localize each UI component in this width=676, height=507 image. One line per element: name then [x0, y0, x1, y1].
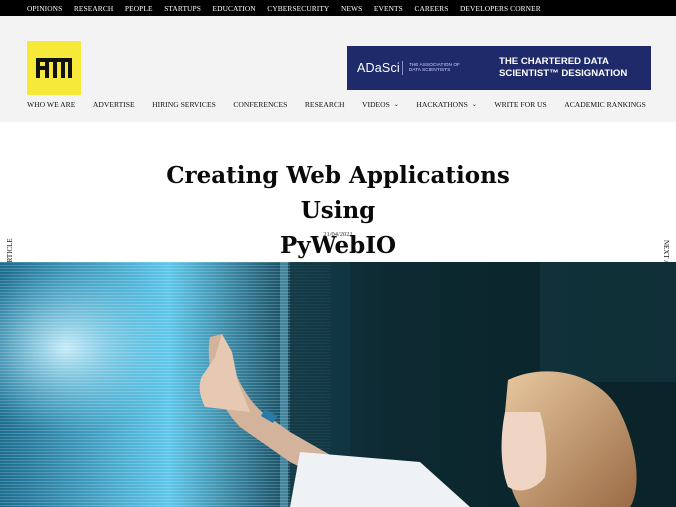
banner-title: THE CHARTERED DATA SCIENTIST™ DESIGNATIO…: [499, 56, 641, 80]
woman-touching-data-screen-image: [0, 262, 676, 507]
topnav-link-education[interactable]: EDUCATION: [213, 4, 256, 13]
nav-hiring-services[interactable]: HIRING SERVICES: [152, 100, 216, 109]
article-title-line-1: Creating Web Applications Using: [166, 162, 510, 224]
nav-hackathons[interactable]: HACKATHONS ⌄: [416, 100, 477, 109]
banner-divider: [401, 61, 403, 75]
nav-label: HACKATHONS: [416, 99, 468, 109]
nav-label: WRITE FOR US: [494, 99, 547, 109]
nav-conferences[interactable]: CONFERENCES: [233, 100, 287, 109]
chevron-down-icon: ⌄: [471, 101, 477, 108]
topnav-link-research[interactable]: RESEARCH: [74, 4, 113, 13]
topnav-link-careers[interactable]: CAREERS: [414, 4, 448, 13]
nav-label: RESEARCH: [304, 99, 345, 109]
nav-write-for-us[interactable]: WRITE FOR US: [494, 100, 546, 109]
aim-logo-icon: [36, 58, 72, 78]
article-date: 21/04/2021: [323, 231, 353, 238]
article-title: Creating Web Applications Using PyWebIO: [128, 158, 548, 263]
topnav-link-cybersecurity[interactable]: CYBERSECURITY: [267, 4, 329, 13]
nav-academic-rankings[interactable]: ACADEMIC RANKINGS: [564, 100, 646, 109]
banner-brand: ADaSci: [357, 61, 400, 75]
chevron-down-icon: ⌄: [393, 101, 399, 108]
topnav-link-startups[interactable]: STARTUPS: [164, 4, 201, 13]
nav-label: WHO WE ARE: [27, 99, 76, 109]
nav-label: ADVERTISE: [92, 99, 135, 109]
nav-who-we-are[interactable]: WHO WE ARE: [27, 100, 75, 109]
nav-label: CONFERENCES: [233, 99, 288, 109]
topnav-link-events[interactable]: EVENTS: [374, 4, 403, 13]
topnav-link-news[interactable]: NEWS: [341, 4, 362, 13]
nav-label: ACADEMIC RANKINGS: [564, 99, 646, 109]
banner-title-line-2: SCIENTIST™ DESIGNATION: [499, 68, 628, 79]
nav-label: VIDEOS: [362, 99, 390, 109]
article-header: Creating Web Applications Using PyWebIO: [0, 158, 676, 263]
topnav-link-developers-corner[interactable]: DEVELOPERS CORNER: [460, 4, 541, 13]
nav-advertise[interactable]: ADVERTISE: [93, 100, 135, 109]
top-navigation-bar: OPINIONS RESEARCH PEOPLE STARTUPS EDUCAT…: [0, 0, 676, 16]
banner-title-line-1: THE CHARTERED DATA: [499, 56, 609, 67]
nav-research[interactable]: RESEARCH: [305, 100, 345, 109]
article-hero-image: [0, 262, 676, 507]
adasci-advertisement-banner[interactable]: ADaSci THE ASSOCIATION OF DATA SCIENTIST…: [347, 46, 651, 90]
banner-subtitle: THE ASSOCIATION OF DATA SCIENTISTS: [408, 62, 460, 74]
main-navigation: WHO WE ARE ADVERTISE HIRING SERVICES CON…: [27, 98, 646, 110]
topnav-link-people[interactable]: PEOPLE: [125, 4, 153, 13]
aim-logo[interactable]: [27, 41, 81, 95]
nav-label: HIRING SERVICES: [152, 99, 216, 109]
topnav-link-opinions[interactable]: OPINIONS: [27, 4, 62, 13]
nav-videos[interactable]: VIDEOS ⌄: [362, 100, 399, 109]
